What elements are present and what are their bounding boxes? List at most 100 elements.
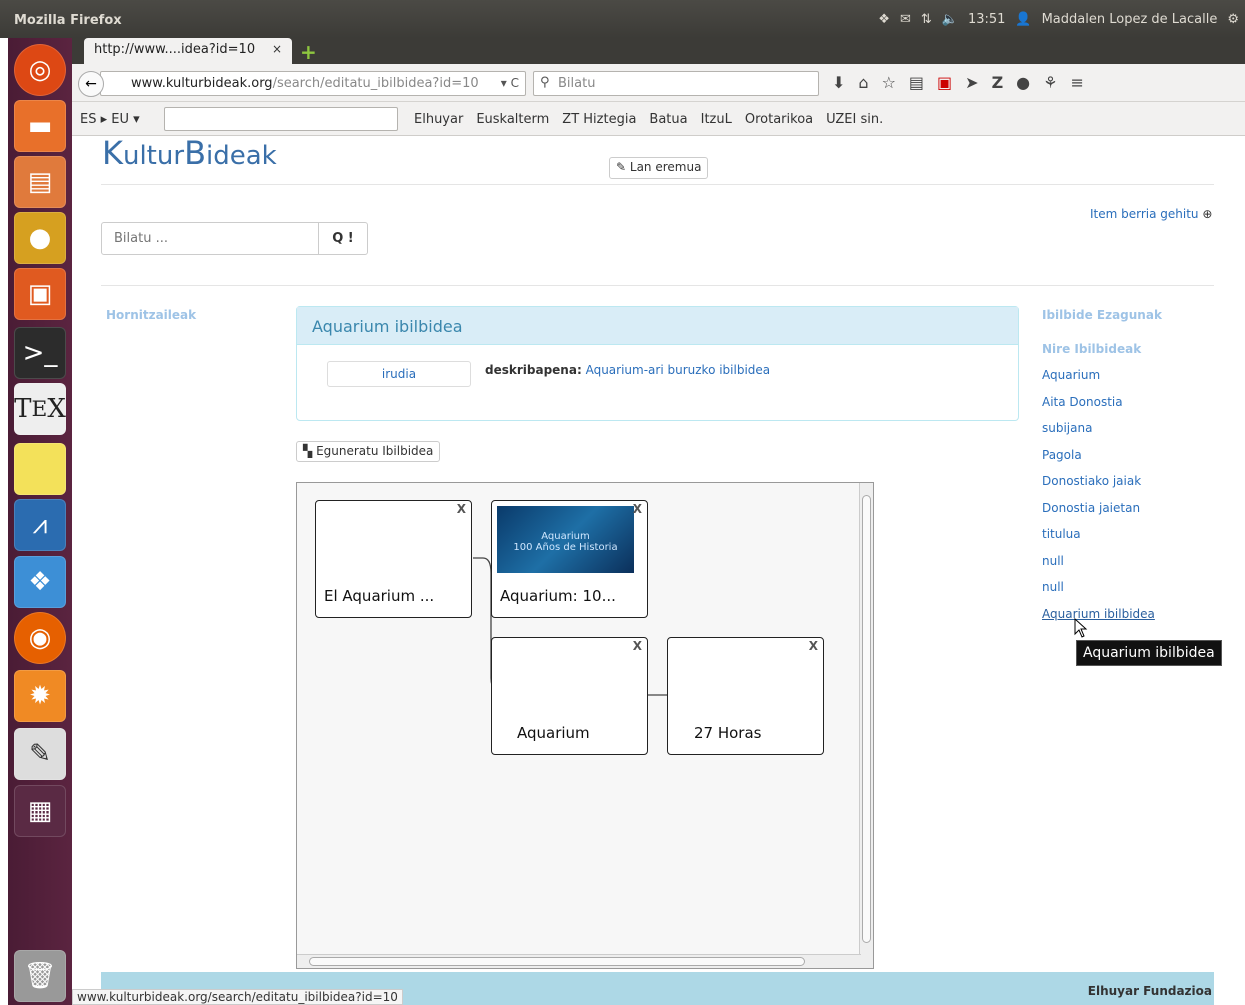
dict-link-batua[interactable]: Batua bbox=[649, 112, 687, 127]
save-icon: ▚ bbox=[303, 444, 313, 458]
panel-title: Aquarium ibilbidea bbox=[297, 307, 1018, 345]
trash-icon[interactable]: 🗑 bbox=[14, 950, 66, 1002]
route-canvas[interactable]: X El Aquarium ... Aquarium 100 Años de Hi… bbox=[296, 482, 874, 969]
chat-icon[interactable]: ● bbox=[1016, 73, 1030, 92]
scroll-thumb[interactable] bbox=[862, 495, 871, 943]
nav-bar: www.kulturbideak.org/search/editatu_ibil… bbox=[72, 64, 1245, 102]
language-selector[interactable]: ES ▸ EU ▾ bbox=[80, 112, 140, 127]
divider bbox=[101, 285, 1214, 286]
clipboard-icon[interactable]: ▤ bbox=[909, 73, 924, 92]
chrome-icon[interactable]: ● bbox=[14, 212, 66, 264]
route-node[interactable]: X Aquarium bbox=[491, 637, 648, 755]
sidebar-item[interactable]: Aquarium ibilbidea bbox=[1042, 607, 1162, 634]
sidebar-item[interactable]: Aquarium bbox=[1042, 368, 1162, 395]
back-button[interactable]: ← bbox=[78, 71, 104, 97]
plus-circle-icon: ⊕ bbox=[1202, 207, 1213, 221]
route-node[interactable]: X El Aquarium ... bbox=[315, 500, 472, 618]
text-editor-icon[interactable]: ✎ bbox=[14, 728, 66, 780]
volume-icon[interactable]: 🔈 bbox=[942, 12, 958, 27]
mail-icon[interactable]: ✉ bbox=[900, 12, 911, 27]
sidebar-item[interactable]: Donostia jaietan bbox=[1042, 501, 1162, 528]
send-icon[interactable]: ➤ bbox=[965, 73, 978, 92]
node-close-icon[interactable]: X bbox=[633, 639, 642, 653]
pencil-icon: ✎ bbox=[616, 160, 627, 174]
sidebar-item[interactable]: Aita Donostia bbox=[1042, 395, 1162, 422]
sidebar-item[interactable]: Pagola bbox=[1042, 448, 1162, 475]
workspaces-icon[interactable]: ▦ bbox=[14, 785, 66, 837]
add-item-link[interactable]: Item berria gehitu ⊕ bbox=[1090, 207, 1212, 221]
ubuntu-home-icon[interactable]: ◎ bbox=[14, 44, 66, 96]
route-node[interactable]: Aquarium 100 Años de Historia X Aquarium:… bbox=[491, 500, 648, 618]
scroll-thumb[interactable] bbox=[309, 957, 805, 966]
settings-icon[interactable]: ✹ bbox=[14, 670, 66, 722]
new-tab-icon[interactable]: + bbox=[300, 40, 317, 64]
sidebar-item[interactable]: subijana bbox=[1042, 421, 1162, 448]
site-logo[interactable]: KulturBideak bbox=[102, 136, 277, 172]
horizontal-scrollbar[interactable] bbox=[297, 954, 861, 968]
user-name[interactable]: Maddalen Lopez de Lacalle bbox=[1042, 12, 1218, 27]
zotero-icon[interactable]: Z bbox=[992, 73, 1004, 92]
menu-icon[interactable]: ≡ bbox=[1070, 73, 1083, 92]
firefox-icon[interactable]: ◉ bbox=[14, 612, 66, 664]
nav-icons: ⬇ ⌂ ☆ ▤ ▣ ➤ Z ● ⚘ ≡ bbox=[832, 73, 1084, 92]
settings-gear-icon[interactable]: ⚙ bbox=[1227, 12, 1239, 27]
node-close-icon[interactable]: X bbox=[633, 502, 642, 516]
lan-eremua-button[interactable]: ✎ Lan eremua bbox=[609, 157, 709, 179]
extension-icon[interactable]: ⚘ bbox=[1043, 73, 1057, 92]
star-icon[interactable]: ☆ bbox=[882, 73, 896, 92]
tab-active[interactable]: http://www....idea?id=10 × bbox=[84, 38, 292, 64]
dict-link-orotarikoa[interactable]: Orotarikoa bbox=[745, 112, 813, 127]
tex-icon[interactable]: TEX bbox=[14, 383, 66, 435]
site-search-input[interactable] bbox=[102, 223, 319, 254]
route-node[interactable]: X 27 Horas bbox=[667, 637, 824, 755]
clock[interactable]: 13:51 bbox=[968, 12, 1005, 27]
route-panel: Aquarium ibilbidea irudia deskribapena: … bbox=[296, 306, 1019, 421]
sticky-notes-icon[interactable] bbox=[14, 443, 66, 495]
search-icon: ⚲ bbox=[540, 75, 550, 90]
dict-link-elhuyar[interactable]: Elhuyar bbox=[414, 112, 463, 127]
node-label: Aquarium: 10... bbox=[500, 587, 616, 605]
node-label: El Aquarium ... bbox=[324, 587, 435, 605]
search-bar[interactable]: ⚲ Bilatu bbox=[533, 71, 819, 96]
files-icon[interactable]: ▬ bbox=[14, 100, 66, 152]
dict-link-uzei[interactable]: UZEI sin. bbox=[826, 112, 883, 127]
presentation-icon[interactable]: ▤ bbox=[14, 156, 66, 208]
tab-close-icon[interactable]: × bbox=[272, 42, 282, 56]
dictionary-links: Elhuyar Euskalterm ZT Hiztegia Batua Itz… bbox=[414, 112, 883, 127]
dictionary-input[interactable] bbox=[164, 107, 398, 131]
site-search-button[interactable]: Q ! bbox=[319, 223, 367, 254]
system-monitor-icon[interactable]: ⩘ bbox=[14, 499, 66, 551]
sidebar-item[interactable]: Donostiako jaiak bbox=[1042, 474, 1162, 501]
download-icon[interactable]: ⬇ bbox=[832, 73, 845, 92]
url-bar[interactable]: www.kulturbideak.org/search/editatu_ibil… bbox=[100, 71, 526, 96]
node-label: Aquarium bbox=[517, 724, 590, 742]
sidebar-subheading[interactable]: Nire Ibilbideak bbox=[1042, 342, 1162, 356]
software-center-icon[interactable]: ▣ bbox=[14, 268, 66, 320]
vertical-scrollbar[interactable] bbox=[859, 483, 873, 968]
home-icon[interactable]: ⌂ bbox=[858, 73, 868, 92]
dropbox-tray-icon[interactable]: ❖ bbox=[878, 12, 890, 27]
dict-link-itzul[interactable]: ItzuL bbox=[701, 112, 732, 127]
sidebar-heading[interactable]: Ibilbide Ezagunak bbox=[1042, 308, 1162, 322]
url-path: /search/editatu_ibilbidea?id=10 bbox=[272, 76, 479, 91]
top-panel: Mozilla Firefox ❖ ✉ ⇅ 🔈 13:51 👤 Maddalen… bbox=[0, 0, 1245, 38]
sidebar-item[interactable]: null bbox=[1042, 580, 1162, 607]
update-route-button[interactable]: ▚ Eguneratu Ibilbidea bbox=[296, 441, 441, 462]
window-title: Mozilla Firefox bbox=[14, 13, 122, 28]
sidebar-item[interactable]: titulua bbox=[1042, 527, 1162, 554]
sidebar: Ibilbide Ezagunak Nire Ibilbideak Aquari… bbox=[1042, 308, 1162, 633]
sidebar-item[interactable]: null bbox=[1042, 554, 1162, 581]
dropbox-icon[interactable]: ❖ bbox=[14, 556, 66, 608]
dict-link-euskalterm[interactable]: Euskalterm bbox=[476, 112, 549, 127]
system-tray: ❖ ✉ ⇅ 🔈 13:51 👤 Maddalen Lopez de Lacall… bbox=[878, 12, 1239, 27]
image-button[interactable]: irudia bbox=[327, 361, 471, 387]
pdf-icon[interactable]: ▣ bbox=[937, 73, 952, 92]
reload-icon[interactable]: ▾ C bbox=[501, 76, 519, 90]
dict-link-zt-hiztegia[interactable]: ZT Hiztegia bbox=[562, 112, 636, 127]
node-close-icon[interactable]: X bbox=[457, 502, 466, 516]
network-icon[interactable]: ⇅ bbox=[921, 12, 932, 27]
terminal-icon[interactable]: >_ bbox=[14, 327, 66, 379]
providers-heading[interactable]: Hornitzaileak bbox=[106, 308, 196, 322]
node-close-icon[interactable]: X bbox=[809, 639, 818, 653]
tooltip: Aquarium ibilbidea bbox=[1076, 640, 1222, 666]
